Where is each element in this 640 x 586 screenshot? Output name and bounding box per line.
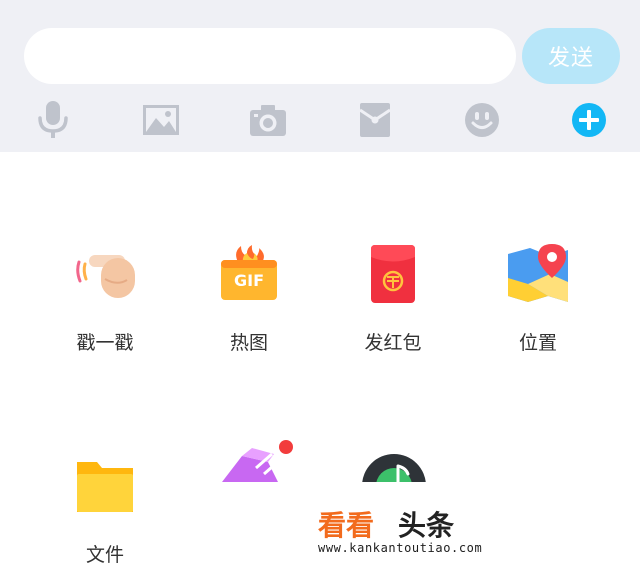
- panel-item-label: 发红包: [364, 332, 422, 354]
- voice-button[interactable]: [31, 98, 75, 142]
- panel-item-red-envelope[interactable]: 发红包: [333, 244, 453, 374]
- camera-icon: [250, 105, 286, 136]
- red-packet-icon: [359, 103, 391, 137]
- emoji-icon: [465, 103, 499, 137]
- panel-item-location[interactable]: 位置: [478, 244, 598, 374]
- watermark-logo: 看看 头条: [318, 510, 454, 540]
- gif-badge-text: GIF: [233, 271, 264, 290]
- panel-item-partial-2[interactable]: [360, 452, 428, 482]
- panel-item-file[interactable]: 文件: [45, 456, 165, 586]
- panel-item-label: 戳一戳: [76, 332, 134, 354]
- purple-app-icon: [222, 440, 293, 482]
- music-app-icon: [362, 454, 426, 482]
- message-input[interactable]: [24, 28, 516, 84]
- panel-item-label: 文件: [85, 544, 124, 566]
- location-icon: [508, 244, 568, 302]
- panel-item-gif[interactable]: GIF 热图: [189, 244, 309, 374]
- chat-input-bar: 发送: [0, 0, 640, 152]
- folder-icon: [77, 462, 133, 512]
- more-button[interactable]: [567, 98, 611, 142]
- svg-text:看看: 看看: [318, 510, 374, 540]
- image-icon: [143, 105, 179, 135]
- panel-item-partial[interactable]: [212, 434, 302, 482]
- panel-item-label: 位置: [518, 332, 557, 354]
- plus-icon: [572, 103, 606, 137]
- svg-text:头条: 头条: [398, 510, 454, 540]
- camera-button[interactable]: [246, 98, 290, 142]
- microphone-icon: [38, 101, 68, 138]
- image-button[interactable]: [139, 98, 183, 142]
- emoji-button[interactable]: [460, 98, 504, 142]
- panel-item-label: 热图: [229, 332, 268, 354]
- watermark-url: www.kankantoutiao.com: [318, 541, 483, 555]
- send-button[interactable]: 发送: [522, 28, 620, 84]
- red-envelope-icon: [371, 245, 415, 303]
- notification-dot: [279, 440, 293, 454]
- poke-icon: [76, 255, 135, 298]
- panel-item-poke[interactable]: 戳一戳: [45, 244, 165, 374]
- red-packet-button[interactable]: [353, 98, 397, 142]
